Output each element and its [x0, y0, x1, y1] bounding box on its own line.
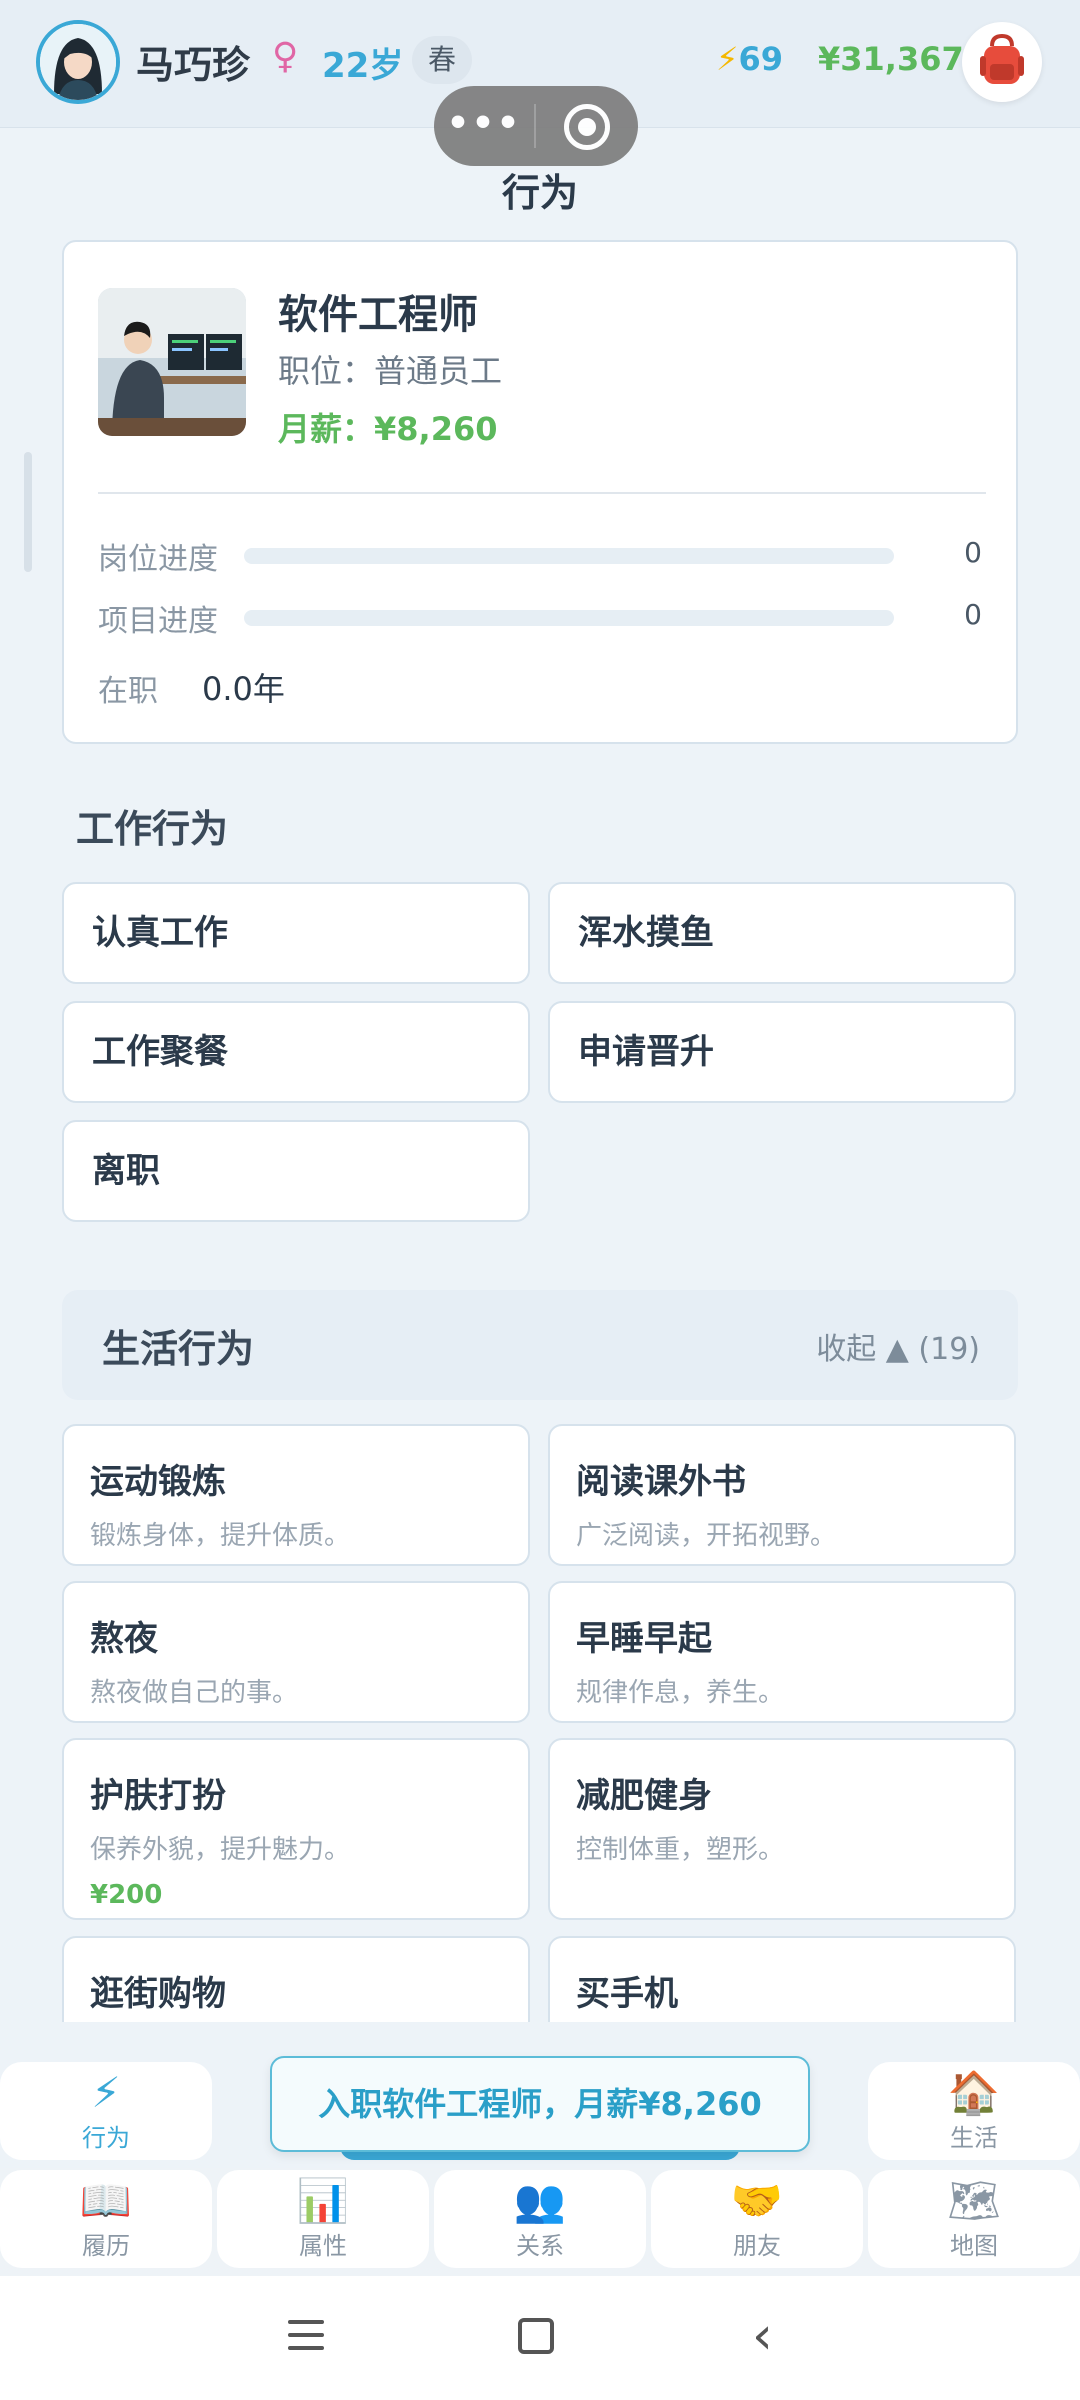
action-team-dinner-button[interactable]: 工作聚餐 [62, 1001, 530, 1103]
life-action-card[interactable]: 熬夜 熬夜做自己的事。 [62, 1581, 530, 1723]
handshake-icon: 🤝 [730, 2176, 784, 2225]
project-progress-value: 0 [964, 598, 982, 631]
divider [98, 492, 986, 494]
lightning-icon: ⚡ [91, 2068, 121, 2117]
action-name: 运动锻炼 [90, 1462, 226, 1502]
female-icon: ♀ [272, 36, 299, 77]
house-icon: 🏠 [947, 2068, 1001, 2117]
job-salary: 月薪：¥8,260 [278, 410, 498, 448]
job-position: 职位：普通员工 [278, 352, 503, 390]
system-navigation-bar: ‹ [0, 2276, 1080, 2400]
avatar[interactable] [36, 20, 120, 104]
nav-resume[interactable]: 📖 履历 [0, 2170, 212, 2268]
bottom-nav-secondary: 📖 履历 📊 属性 👥 关系 🤝 朋友 🗺 地图 [0, 2168, 1080, 2276]
life-action-card[interactable]: 护肤打扮 保养外貌，提升魅力。 ¥200 [62, 1738, 530, 1920]
book-icon: 📖 [79, 2176, 133, 2225]
action-work-hard-button[interactable]: 认真工作 [62, 882, 530, 984]
season-badge: 春 [412, 36, 472, 84]
miniprogram-capsule: ••• [434, 86, 638, 166]
action-desc: 锻炼身体，提升体质。 [90, 1521, 351, 1551]
position-progress-bar [244, 548, 894, 564]
position-progress-label: 岗位进度 [98, 542, 218, 577]
life-action-card[interactable]: 逛街购物 [62, 1936, 530, 2022]
map-icon: 🗺 [947, 2176, 1001, 2225]
player-name: 马巧珍 [136, 43, 251, 87]
work-section-title: 工作行为 [76, 807, 229, 851]
avatar-portrait [40, 24, 116, 100]
scrollbar[interactable] [24, 452, 32, 572]
people-icon: 👥 [513, 2176, 567, 2225]
action-name: 早睡早起 [576, 1619, 712, 1659]
home-button[interactable] [518, 2318, 554, 2354]
tenure-value: 0.0年 [202, 670, 285, 708]
player-age: 22岁 [322, 46, 404, 86]
action-desc: 熬夜做自己的事。 [90, 1678, 299, 1708]
nav-label: 地图 [950, 2232, 998, 2260]
nav-relationships[interactable]: 👥 关系 [434, 2170, 646, 2268]
nav-label: 行为 [82, 2124, 130, 2152]
back-button[interactable]: ‹ [752, 2310, 773, 2362]
action-slack-off-button[interactable]: 浑水摸鱼 [548, 882, 1016, 984]
nav-label: 关系 [516, 2232, 564, 2260]
life-action-card[interactable]: 运动锻炼 锻炼身体，提升体质。 [62, 1424, 530, 1566]
action-name: 逛街购物 [90, 1974, 226, 2014]
nav-friends[interactable]: 🤝 朋友 [651, 2170, 863, 2268]
life-action-card[interactable]: 阅读课外书 广泛阅读，开拓视野。 [548, 1424, 1016, 1566]
nav-label: 朋友 [733, 2232, 781, 2260]
action-desc: 广泛阅读，开拓视野。 [576, 1521, 837, 1551]
position-progress-value: 0 [964, 536, 982, 569]
close-miniprogram-icon[interactable] [564, 104, 610, 150]
action-name: 阅读课外书 [576, 1462, 746, 1502]
recents-button[interactable] [288, 2320, 324, 2352]
action-desc: 控制体重，塑形。 [576, 1835, 785, 1865]
nav-label: 履历 [82, 2232, 130, 2260]
nav-life[interactable]: 🏠 生活 [868, 2062, 1080, 2160]
backpack-icon [980, 33, 1024, 84]
tenure-label: 在职 [98, 674, 158, 709]
lightning-icon: ⚡ [716, 40, 739, 78]
toast-message: 入职软件工程师，月薪¥8,260 [270, 2056, 810, 2152]
action-name: 熬夜 [90, 1619, 158, 1659]
action-desc: 规律作息，养生。 [576, 1678, 785, 1708]
energy-counter: ⚡69 [716, 40, 783, 78]
backpack-button[interactable] [962, 22, 1042, 102]
life-action-list[interactable]: 运动锻炼 锻炼身体，提升体质。 阅读课外书 广泛阅读，开拓视野。 熬夜 熬夜做自… [0, 1404, 1080, 2022]
action-request-promotion-button[interactable]: 申请晋升 [548, 1001, 1016, 1103]
collapse-toggle[interactable]: 收起 ▲ (19) [816, 1324, 980, 1368]
nav-attributes[interactable]: 📊 属性 [217, 2170, 429, 2268]
action-name: 减肥健身 [576, 1776, 712, 1816]
nav-label: 生活 [950, 2124, 998, 2152]
action-desc: 保养外貌，提升魅力。 [90, 1835, 351, 1865]
nav-label: 属性 [299, 2232, 347, 2260]
action-cost: ¥200 [90, 1880, 163, 1910]
project-progress-label: 项目进度 [98, 604, 218, 639]
more-icon[interactable]: ••• [434, 86, 534, 166]
action-name: 买手机 [576, 1974, 678, 2014]
life-action-card[interactable]: 买手机 [548, 1936, 1016, 2022]
chart-icon: 📊 [296, 2176, 350, 2225]
energy-value: 69 [738, 40, 783, 78]
money-balance: ¥31,367 [818, 40, 964, 78]
life-action-card[interactable]: 早睡早起 规律作息，养生。 [548, 1581, 1016, 1723]
nav-map[interactable]: 🗺 地图 [868, 2170, 1080, 2268]
project-progress-bar [244, 610, 894, 626]
action-name: 护肤打扮 [90, 1776, 226, 1816]
job-title: 软件工程师 [278, 292, 478, 338]
job-card: 软件工程师 职位：普通员工 月薪：¥8,260 岗位进度 0 项目进度 0 在职… [62, 240, 1018, 744]
nav-actions[interactable]: ⚡ 行为 [0, 2062, 212, 2160]
page-title: 行为 [501, 171, 578, 215]
job-photo [98, 288, 246, 436]
action-resign-button[interactable]: 离职 [62, 1120, 530, 1222]
life-action-card[interactable]: 减肥健身 控制体重，塑形。 [548, 1738, 1016, 1920]
life-section-header: 生活行为 收起 ▲ (19) [62, 1290, 1018, 1400]
capsule-divider [534, 104, 536, 148]
life-section-title: 生活行为 [102, 1327, 255, 1371]
